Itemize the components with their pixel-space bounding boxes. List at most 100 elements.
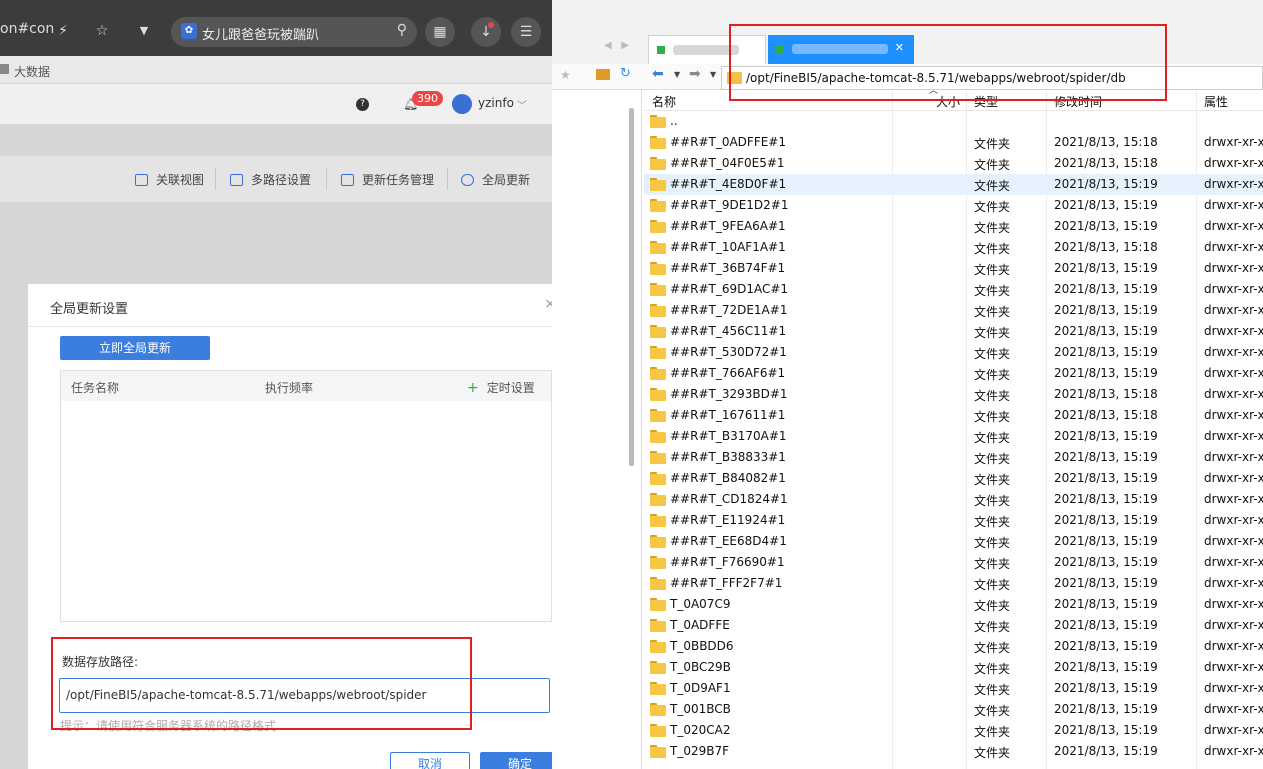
file-row[interactable]: ##R#T_36B74F#1 文件夹 2021/8/13, 15:19 drwxr-x… xyxy=(644,258,1263,279)
file-row[interactable]: ##R#T_FFF2F7#1 文件夹 2021/8/13, 15:19 drwxr-x… xyxy=(644,573,1263,594)
update-now-button[interactable]: 立即全局更新 xyxy=(60,336,210,360)
file-row[interactable]: ##R#T_456C11#1 文件夹 2021/8/13, 15:19 drwxr-x… xyxy=(644,321,1263,342)
file-attrs: drwxr-xr-x xyxy=(1204,240,1263,254)
file-row[interactable]: ##R#T_EE68D4#1 文件夹 2021/8/13, 15:19 drwxr-x… xyxy=(644,531,1263,552)
file-row[interactable]: ##R#T_B38833#1 文件夹 2021/8/13, 15:19 drwxr-x… xyxy=(644,447,1263,468)
global-update-button[interactable]: 全局更新 xyxy=(461,171,530,188)
file-modified: 2021/8/13, 15:19 xyxy=(1054,303,1158,317)
file-row[interactable]: ##R#T_9FEA6A#1 文件夹 2021/8/13, 15:19 drwxr-x… xyxy=(644,216,1263,237)
search-box[interactable]: ✿ 女儿跟爸爸玩被踹趴 ⚲ xyxy=(171,17,417,47)
file-modified: 2021/8/13, 15:19 xyxy=(1054,555,1158,569)
refresh-icon[interactable]: ↻ xyxy=(620,66,631,81)
file-row[interactable]: ##R#T_72DE1A#1 文件夹 2021/8/13, 15:19 drwxr-x… xyxy=(644,300,1263,321)
file-attrs: drwxr-xr-x xyxy=(1204,723,1263,737)
file-attrs: drwxr-xr-x xyxy=(1204,303,1263,317)
ok-button[interactable]: 确定 xyxy=(480,752,552,769)
star-icon[interactable]: ★ xyxy=(560,68,571,82)
file-row[interactable]: ##R#T_167611#1 文件夹 2021/8/13, 15:18 drwxr-x… xyxy=(644,405,1263,426)
column-attrs[interactable]: 属性 xyxy=(1204,93,1228,110)
multi-path-button[interactable]: 多路径设置 xyxy=(230,171,311,188)
table-header: 任务名称 执行频率 + 定时设置 xyxy=(61,371,551,401)
ftp-explorer-window: ◀ ▶ ✕ ★ ↻ ⬅ ▼ ➡ ▼ /opt/FineBI5/apache-to… xyxy=(552,0,1263,769)
file-row[interactable]: ##R#T_F76690#1 文件夹 2021/8/13, 15:19 drwxr-x… xyxy=(644,552,1263,573)
apps-grid-icon[interactable]: ▦ xyxy=(425,17,455,47)
file-type: 文件夹 xyxy=(974,746,1011,760)
menu-icon[interactable]: ☰ xyxy=(511,17,541,47)
file-row[interactable]: ##R#T_B3170A#1 文件夹 2021/8/13, 15:19 drwxr-x… xyxy=(644,426,1263,447)
close-icon[interactable]: × xyxy=(544,296,552,312)
file-row[interactable]: T_0ADFFE 文件夹 2021/8/13, 15:19 drwxr-xr-x xyxy=(644,615,1263,636)
file-name: ##R#T_72DE1A#1 xyxy=(670,303,788,317)
help-icon[interactable]: ? xyxy=(356,98,369,111)
file-row[interactable]: T_029B7F 文件夹 2021/8/13, 15:19 drwxr-xr-x xyxy=(644,741,1263,762)
file-type: 文件夹 xyxy=(974,263,1011,277)
search-text[interactable]: 女儿跟爸爸玩被踹趴 xyxy=(202,24,319,43)
file-modified: 2021/8/13, 15:19 xyxy=(1054,639,1158,653)
file-row[interactable]: ##R#T_CD1824#1 文件夹 2021/8/13, 15:19 drwxr-x… xyxy=(644,489,1263,510)
file-row[interactable]: ##R#T_10AF1A#1 文件夹 2021/8/13, 15:18 drwxr-x… xyxy=(644,237,1263,258)
file-list: .. ##R#T_0ADFFE#1 文件夹 2021/8/13, 15:18 drwxr… xyxy=(644,111,1263,762)
schedule-button[interactable]: + 定时设置 xyxy=(467,379,535,396)
file-row[interactable]: T_0BBDD6 文件夹 2021/8/13, 15:19 drwxr-xr-x xyxy=(644,636,1263,657)
avatar[interactable] xyxy=(452,94,472,114)
bookmark-item[interactable]: 大数据 xyxy=(14,63,50,80)
relation-view-button[interactable]: 关联视图 xyxy=(135,171,204,188)
file-row[interactable]: ##R#T_3293BD#1 文件夹 2021/8/13, 15:18 drwxr-x… xyxy=(644,384,1263,405)
file-attrs: drwxr-xr-x xyxy=(1204,408,1263,422)
file-row[interactable]: ##R#T_4E8D0F#1 文件夹 2021/8/13, 15:19 drwxr-x… xyxy=(644,174,1263,195)
lightning-icon[interactable]: ⚡ xyxy=(54,17,72,45)
address-fragment[interactable]: on#con xyxy=(0,21,54,37)
file-name: ##R#T_456C11#1 xyxy=(670,324,787,338)
tab-nav-arrows[interactable]: ◀ ▶ xyxy=(604,40,629,51)
star-icon[interactable]: ☆ xyxy=(90,17,114,45)
file-row[interactable]: T_0BC29B 文件夹 2021/8/13, 15:19 drwxr-xr-x xyxy=(644,657,1263,678)
chevron-down-icon[interactable]: ﹀ xyxy=(517,97,527,112)
back-dropdown-icon[interactable]: ▼ xyxy=(674,70,680,79)
forward-arrow-icon[interactable]: ➡ xyxy=(689,66,701,82)
folder-icon xyxy=(650,682,666,695)
file-row[interactable]: ##R#T_04F0E5#1 文件夹 2021/8/13, 15:18 drwxr-x… xyxy=(644,153,1263,174)
file-row[interactable]: ##R#T_B84082#1 文件夹 2021/8/13, 15:19 drwxr-x… xyxy=(644,468,1263,489)
file-row[interactable]: ##R#T_530D72#1 文件夹 2021/8/13, 15:19 drwxr-x… xyxy=(644,342,1263,363)
file-row[interactable]: ##R#T_9DE1D2#1 文件夹 2021/8/13, 15:19 drwxr-x… xyxy=(644,195,1263,216)
file-row[interactable]: T_0A07C9 文件夹 2021/8/13, 15:19 drwxr-xr-x xyxy=(644,594,1263,615)
update-task-button[interactable]: 更新任务管理 xyxy=(341,171,434,188)
folder-icon xyxy=(650,346,666,359)
file-name: T_029B7F xyxy=(670,744,730,758)
file-row[interactable]: T_001BCB 文件夹 2021/8/13, 15:19 drwxr-xr-x xyxy=(644,699,1263,720)
file-name: T_020CA2 xyxy=(670,723,731,737)
scrollbar[interactable] xyxy=(629,108,634,466)
file-modified: 2021/8/13, 15:18 xyxy=(1054,387,1158,401)
file-type: 文件夹 xyxy=(974,305,1011,319)
home-icon[interactable] xyxy=(596,69,610,80)
cancel-button[interactable]: 取消 xyxy=(390,752,470,769)
file-type: 文件夹 xyxy=(974,200,1011,214)
file-row[interactable]: ##R#T_E11924#1 文件夹 2021/8/13, 15:19 drwxr-x… xyxy=(644,510,1263,531)
column-name[interactable]: 名称 xyxy=(652,93,676,110)
folder-icon xyxy=(650,745,666,758)
back-arrow-icon[interactable]: ⬅ xyxy=(652,66,664,82)
file-name: ##R#T_4E8D0F#1 xyxy=(670,177,787,191)
dropdown-arrow-icon[interactable]: ▼ xyxy=(132,17,156,45)
multi-path-icon xyxy=(230,174,243,186)
file-row[interactable]: .. xyxy=(644,111,1263,132)
username[interactable]: yzinfo xyxy=(478,96,514,110)
file-row[interactable]: ##R#T_766AF6#1 文件夹 2021/8/13, 15:19 drwxr-x… xyxy=(644,363,1263,384)
forward-dropdown-icon[interactable]: ▼ xyxy=(710,70,716,79)
file-row[interactable]: T_0D9AF1 文件夹 2021/8/13, 15:19 drwxr-xr-x xyxy=(644,678,1263,699)
file-attrs: drwxr-xr-x xyxy=(1204,471,1263,485)
task-table: 任务名称 执行频率 + 定时设置 xyxy=(60,370,552,622)
file-row[interactable]: T_020CA2 文件夹 2021/8/13, 15:19 drwxr-xr-x xyxy=(644,720,1263,741)
file-attrs: drwxr-xr-x xyxy=(1204,345,1263,359)
file-row[interactable]: ##R#T_0ADFFE#1 文件夹 2021/8/13, 15:18 drwxr-x… xyxy=(644,132,1263,153)
download-icon[interactable]: ↓ xyxy=(471,17,501,47)
file-type: 文件夹 xyxy=(974,494,1011,508)
folder-icon xyxy=(650,556,666,569)
search-icon[interactable]: ⚲ xyxy=(397,22,407,38)
file-modified: 2021/8/13, 15:19 xyxy=(1054,492,1158,506)
file-type: 文件夹 xyxy=(974,221,1011,235)
file-row[interactable]: ##R#T_69D1AC#1 文件夹 2021/8/13, 15:19 drwxr-x… xyxy=(644,279,1263,300)
file-modified: 2021/8/13, 15:18 xyxy=(1054,240,1158,254)
file-name: ##R#T_530D72#1 xyxy=(670,345,787,359)
folder-icon xyxy=(650,724,666,737)
